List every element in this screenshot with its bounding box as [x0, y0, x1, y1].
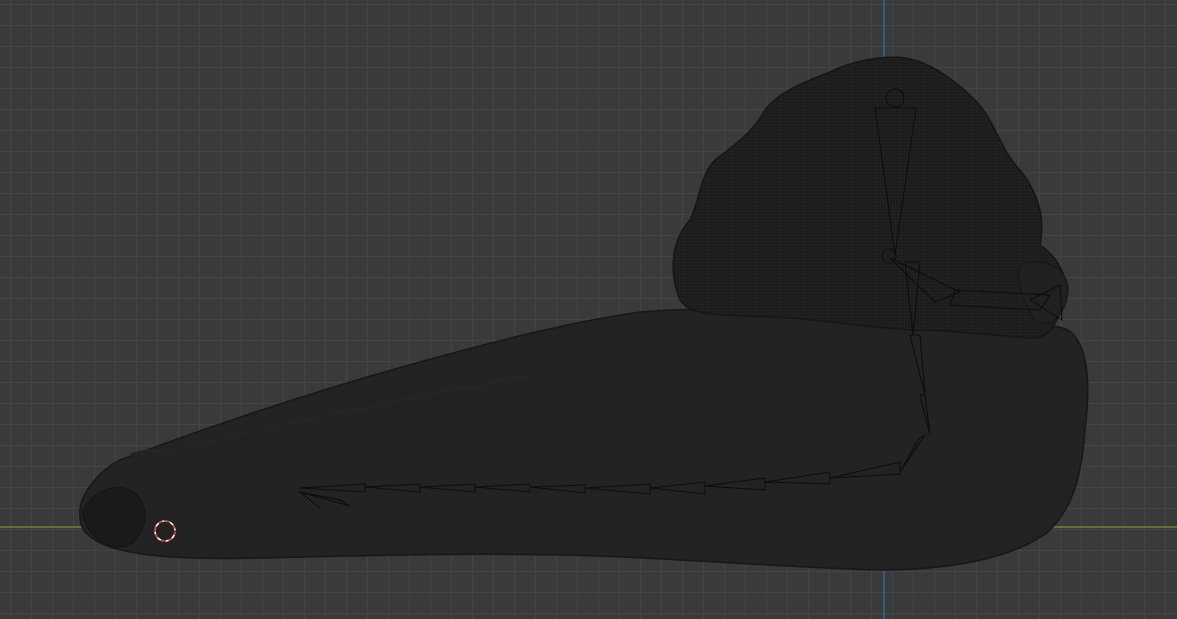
3d-viewport[interactable]	[0, 0, 1177, 619]
mesh-body[interactable]	[79, 308, 1089, 571]
viewport-scene[interactable]	[0, 0, 1177, 619]
mesh-head[interactable]	[672, 56, 1067, 339]
